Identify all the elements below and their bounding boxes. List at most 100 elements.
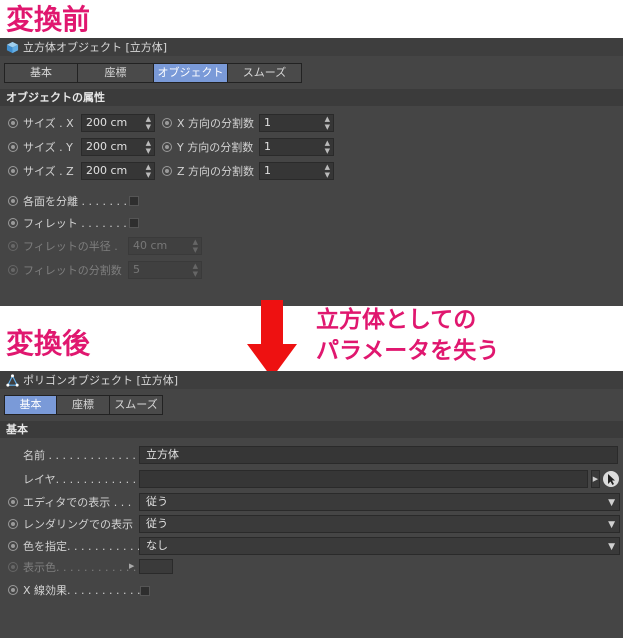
tab-smoothing[interactable]: スムーズ	[110, 396, 162, 414]
segments-y-row: Y 方向の分割数	[162, 137, 253, 157]
note-line-1: 立方体としての	[316, 307, 477, 333]
segments-x-input[interactable]: 1 ▲ ▼	[259, 114, 334, 132]
tab-basic[interactable]: 基本	[5, 64, 78, 82]
size-y-input[interactable]: 200 cm ▲ ▼	[81, 138, 155, 156]
animate-radio-icon	[8, 241, 18, 251]
use-color-dropdown[interactable]: なし ▼	[139, 537, 620, 555]
before-tab-bar: 基本 座標 オブジェクト スムーズ	[4, 63, 302, 83]
animate-radio-icon	[8, 562, 18, 572]
segments-y-input[interactable]: 1 ▲ ▼	[259, 138, 334, 156]
layer-row: レイヤ. . . . . . . . . . . . . .	[23, 469, 150, 489]
animate-radio-icon[interactable]	[8, 166, 18, 176]
separate-faces-label: 各面を分離 . . . . . . .	[23, 195, 127, 208]
before-title-bar: 立方体オブジェクト [立方体]	[0, 38, 623, 56]
fillet-radius-input: 40 cm ▲ ▼	[128, 237, 202, 255]
render-visibility-dropdown[interactable]: 従う ▼	[139, 515, 620, 533]
layer-expand-arrow-icon[interactable]: ▶	[591, 470, 600, 488]
size-x-input[interactable]: 200 cm ▲ ▼	[81, 114, 155, 132]
editor-visibility-value: 従う	[146, 495, 168, 508]
xray-row: X 線効果. . . . . . . . . . .	[8, 580, 140, 600]
separate-faces-checkbox[interactable]	[129, 196, 139, 206]
spinner-arrows-icon: ▲ ▼	[192, 262, 198, 278]
spinner-arrows-icon: ▲ ▼	[192, 238, 198, 254]
before-attribute-panel: 立方体オブジェクト [立方体] 基本 座標 オブジェクト スムーズ オブジェクト…	[0, 38, 623, 306]
name-field[interactable]: 立方体	[139, 446, 618, 464]
tab-smoothing[interactable]: スムーズ	[228, 64, 301, 82]
chevron-down-icon[interactable]: ▼	[608, 539, 615, 555]
xray-checkbox[interactable]	[140, 586, 150, 596]
segments-z-value: 1	[264, 164, 271, 177]
spinner-arrows-icon[interactable]: ▲ ▼	[146, 115, 151, 131]
tab-basic[interactable]: 基本	[5, 396, 57, 414]
editor-visibility-label: エディタでの表示 . . .	[23, 496, 132, 509]
after-tab-bar: 基本 座標 スムーズ	[4, 395, 163, 415]
chevron-down-icon[interactable]: ▼	[608, 517, 615, 533]
size-z-input[interactable]: 200 cm ▲ ▼	[81, 162, 155, 180]
fillet-subdivision-value: 5	[133, 263, 140, 276]
name-label: 名前 . . . . . . . . . . . . . . .	[23, 449, 150, 462]
segments-z-input[interactable]: 1 ▲ ▼	[259, 162, 334, 180]
animate-radio-icon[interactable]	[8, 118, 18, 128]
animate-radio-icon[interactable]	[8, 585, 18, 595]
fillet-subdivision-label: フィレットの分割数	[23, 264, 122, 277]
size-y-label: サイズ . Y	[23, 141, 73, 154]
size-z-label: サイズ . Z	[23, 165, 74, 178]
spinner-arrows-icon[interactable]: ▲ ▼	[146, 163, 151, 179]
section-header-object-attributes: オブジェクトの属性	[0, 89, 623, 106]
segments-x-label: X 方向の分割数	[177, 117, 255, 130]
animate-radio-icon[interactable]	[162, 166, 172, 176]
xray-label: X 線効果. . . . . . . . . . .	[23, 584, 141, 597]
display-color-row: 表示色. . . . . . . . . . . .	[8, 557, 136, 577]
editor-visibility-dropdown[interactable]: 従う ▼	[139, 493, 620, 511]
size-x-value: 200 cm	[86, 116, 128, 129]
animate-radio-icon[interactable]	[8, 497, 18, 507]
animate-radio-icon[interactable]	[162, 118, 172, 128]
separate-faces-row: 各面を分離 . . . . . . .	[8, 191, 127, 211]
fillet-radius-row: フィレットの半径 .	[8, 236, 118, 256]
spinner-arrows-icon[interactable]: ▲ ▼	[325, 139, 330, 155]
size-z-row: サイズ . Z	[8, 161, 74, 181]
tab-coordinates[interactable]: 座標	[78, 64, 154, 82]
animate-radio-icon[interactable]	[8, 218, 18, 228]
name-row: 名前 . . . . . . . . . . . . . . .	[23, 445, 150, 465]
use-color-label: 色を指定. . . . . . . . . . .	[23, 540, 141, 553]
note-line-2: パラメータを失う	[316, 338, 500, 364]
fillet-row: フィレット . . . . . . . .	[8, 213, 134, 233]
animate-radio-icon[interactable]	[8, 519, 18, 529]
fillet-checkbox[interactable]	[129, 218, 139, 228]
animate-radio-icon[interactable]	[8, 196, 18, 206]
tab-object[interactable]: オブジェクト	[154, 64, 228, 82]
pick-cursor-icon[interactable]	[602, 470, 620, 488]
render-visibility-label: レンダリングでの表示	[23, 518, 133, 531]
before-heading: 変換前	[6, 3, 91, 36]
expand-arrow-icon[interactable]: ▶	[129, 562, 134, 570]
after-heading: 変換後	[6, 327, 91, 360]
segments-z-row: Z 方向の分割数	[162, 161, 254, 181]
spinner-arrows-icon[interactable]: ▲ ▼	[325, 163, 330, 179]
after-attribute-panel: ポリゴンオブジェクト [立方体] 基本 座標 スムーズ 基本 名前 . . . …	[0, 371, 623, 638]
use-color-row: 色を指定. . . . . . . . . . .	[8, 536, 140, 556]
section-header-basic: 基本	[0, 421, 623, 438]
animate-radio-icon[interactable]	[8, 142, 18, 152]
fillet-radius-value: 40 cm	[133, 239, 168, 252]
spinner-arrows-icon[interactable]: ▲ ▼	[146, 139, 151, 155]
fillet-subdivision-row: フィレットの分割数	[8, 260, 122, 280]
layer-label: レイヤ. . . . . . . . . . . . . .	[23, 473, 151, 486]
spinner-arrows-icon[interactable]: ▲ ▼	[325, 115, 330, 131]
segments-y-value: 1	[264, 140, 271, 153]
segments-x-row: X 方向の分割数	[162, 113, 254, 133]
display-color-swatch[interactable]	[139, 559, 173, 574]
fillet-subdivision-input: 5 ▲ ▼	[128, 261, 202, 279]
tab-coordinates[interactable]: 座標	[57, 396, 110, 414]
before-title: 立方体オブジェクト [立方体]	[23, 41, 168, 54]
render-visibility-row: レンダリングでの表示	[8, 514, 133, 534]
fillet-label: フィレット . . . . . . . .	[23, 217, 134, 230]
layer-field[interactable]	[139, 470, 588, 488]
use-color-value: なし	[146, 539, 168, 552]
size-x-row: サイズ . X	[8, 113, 74, 133]
segments-x-value: 1	[264, 116, 271, 129]
chevron-down-icon[interactable]: ▼	[608, 495, 615, 511]
animate-radio-icon[interactable]	[8, 541, 18, 551]
down-arrow-icon	[247, 300, 297, 378]
animate-radio-icon[interactable]	[162, 142, 172, 152]
